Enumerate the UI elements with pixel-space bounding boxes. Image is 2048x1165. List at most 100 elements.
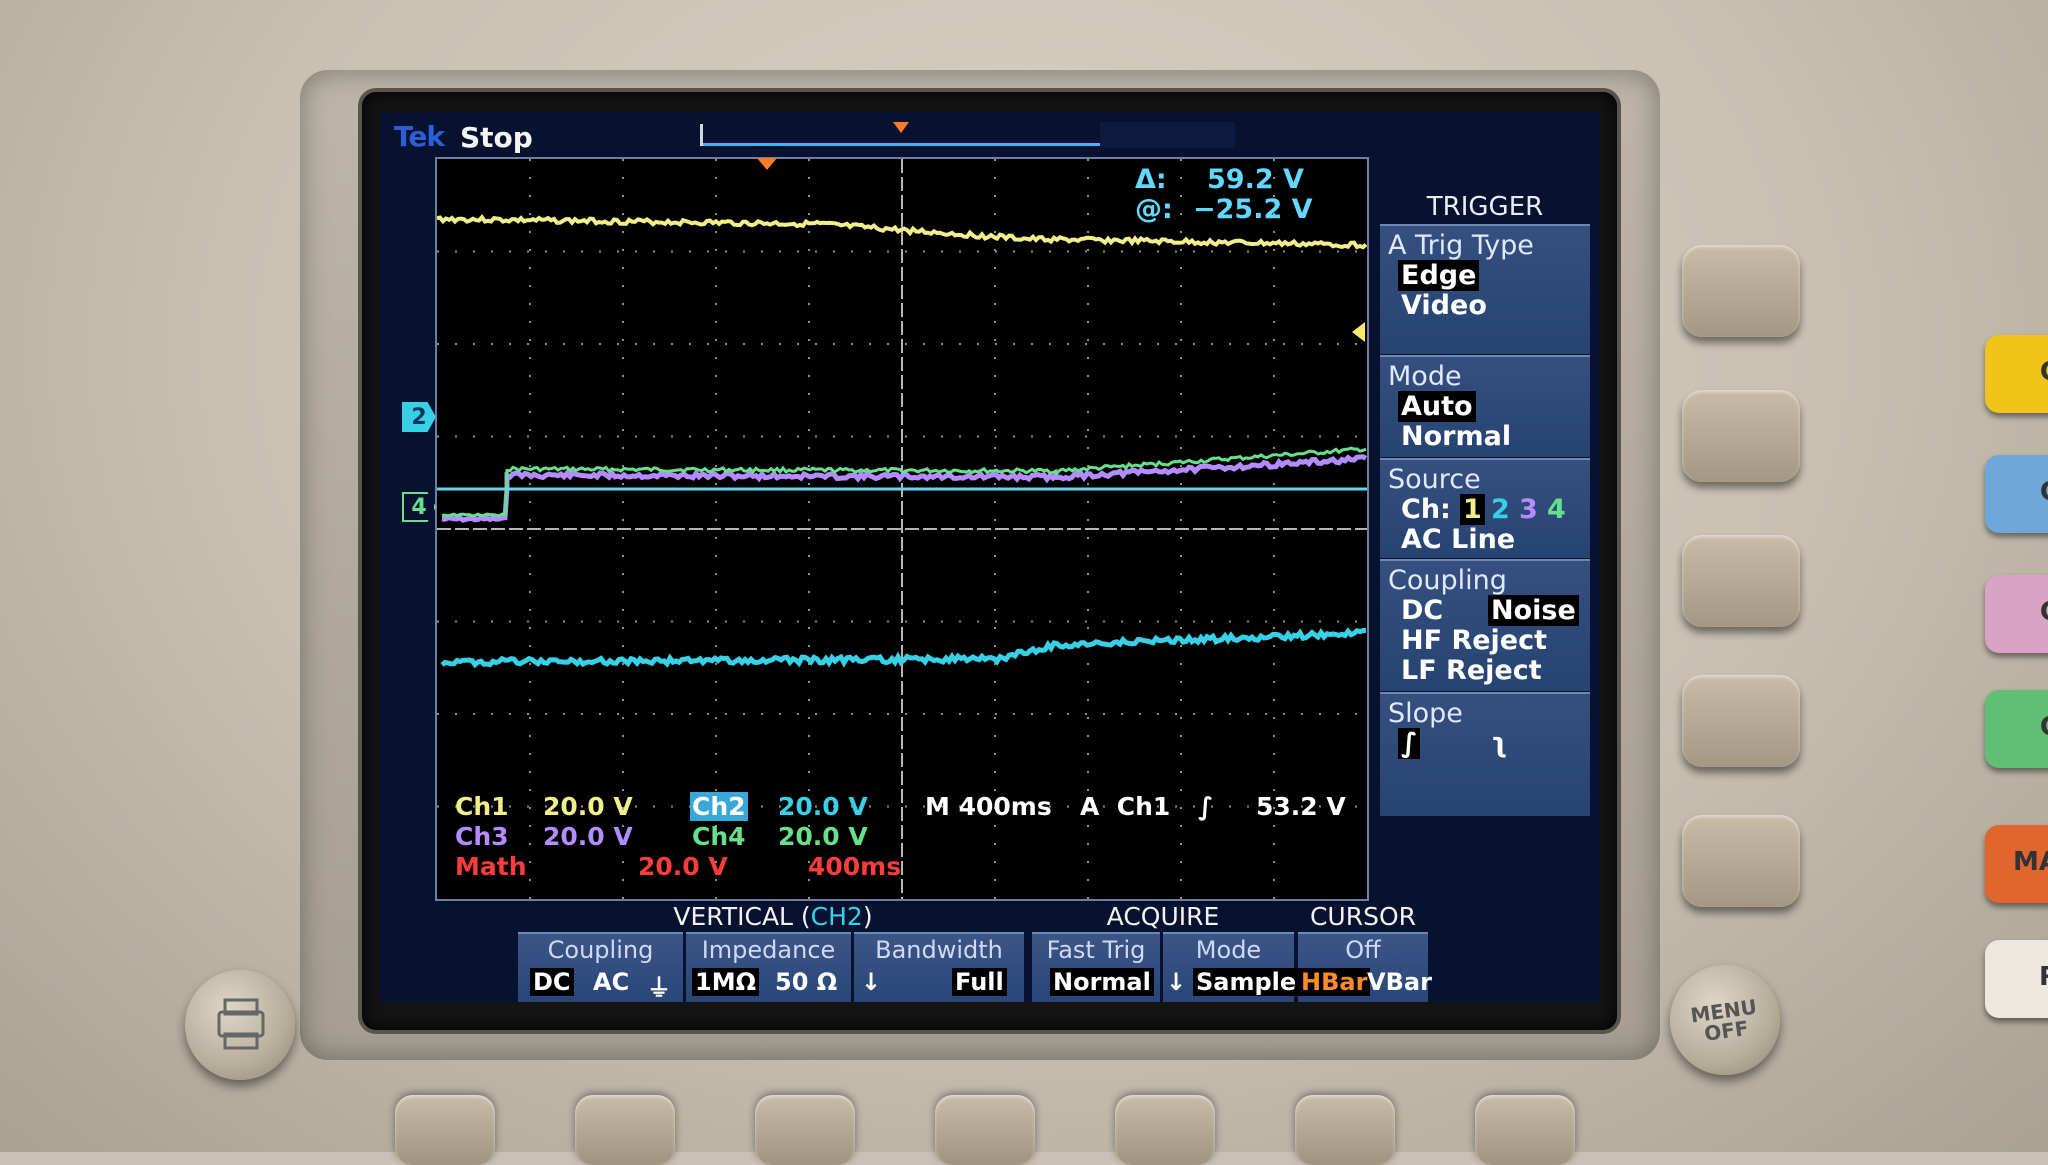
coupling-dc[interactable]: DC — [1398, 595, 1446, 626]
side-button-3[interactable] — [1682, 535, 1800, 627]
side-button-4[interactable] — [1682, 675, 1800, 767]
status-strip — [1100, 122, 1235, 148]
source-header: Source — [1388, 464, 1481, 495]
slope-falling-icon[interactable]: ʅ — [1488, 728, 1510, 759]
ref-menu-button[interactable]: R — [1985, 940, 2048, 1018]
acquisition-status: Stop — [460, 121, 533, 154]
side-button-2[interactable] — [1682, 390, 1800, 482]
source-ch4[interactable]: 4 — [1544, 494, 1569, 525]
math-menu-button[interactable]: MA — [1985, 825, 2048, 903]
ch1-scale: 20.0 V — [543, 792, 633, 821]
mode-normal[interactable]: Normal — [1398, 421, 1514, 452]
coupling-box[interactable]: Coupling DC Noise HF Reject LF Reject — [1380, 559, 1590, 691]
trig-type-video[interactable]: Video — [1398, 290, 1490, 321]
cursor-menu-title: CURSOR — [1309, 902, 1417, 931]
ref-button-label: R — [2039, 962, 2048, 992]
vertical-menu-title: VERTICAL (CH2) — [518, 902, 1028, 931]
source-ch1[interactable]: 1 — [1460, 494, 1485, 525]
acquire-mode-value[interactable]: Sample — [1193, 968, 1300, 996]
mode-auto[interactable]: Auto — [1398, 391, 1476, 422]
ch3-name: Ch3 — [455, 822, 509, 851]
oscilloscope-display: Tek Stop 2 4 Δ: 59.2 V @: −25.2 V Ch1 20… — [380, 112, 1600, 1002]
coupling-lf-reject[interactable]: LF Reject — [1398, 655, 1545, 686]
source-box[interactable]: Source Ch: 1 2 3 4 AC Line — [1380, 458, 1590, 558]
at-value: −25.2 V — [1193, 194, 1313, 225]
acquire-mode-box[interactable]: Mode ↓ Sample — [1163, 932, 1300, 1002]
ch1-name: Ch1 — [455, 792, 509, 821]
trig-type-edge[interactable]: Edge — [1398, 260, 1480, 291]
cursor-vbar[interactable]: VBar — [1364, 968, 1435, 996]
vertical-menu: VERTICAL (CH2) Coupling DC AC ⏚ Impedanc… — [518, 902, 1028, 1002]
ch3-menu-button[interactable]: C — [1985, 575, 2048, 653]
acquire-menu: ACQUIRE Fast Trig Normal Mode ↓ Sample — [1032, 902, 1300, 1002]
bottom-button-1[interactable] — [395, 1095, 495, 1165]
fast-trig-value[interactable]: Normal — [1050, 968, 1154, 996]
slope-header: Slope — [1388, 698, 1463, 729]
math-button-label: MA — [2013, 847, 2048, 877]
trigger-level: 53.2 V — [1256, 792, 1346, 821]
slope-box[interactable]: Slope ∫ ʅ — [1380, 692, 1590, 816]
impedance-1m[interactable]: 1MΩ — [692, 968, 759, 996]
trig-type-header: A Trig Type — [1388, 230, 1534, 261]
menu-off-button[interactable]: MENU OFF — [1670, 965, 1780, 1075]
print-button[interactable] — [185, 970, 295, 1080]
vertical-coupling-box[interactable]: Coupling DC AC ⏚ — [518, 932, 683, 1002]
coupling-hf-reject[interactable]: HF Reject — [1398, 625, 1550, 656]
ch3-scale: 20.0 V — [543, 822, 633, 851]
tek-logo: Tek — [394, 120, 445, 153]
bottom-button-2[interactable] — [575, 1095, 675, 1165]
impedance-box[interactable]: Impedance 1MΩ 50 Ω — [686, 932, 851, 1002]
side-button-5[interactable] — [1682, 815, 1800, 907]
side-button-1[interactable] — [1682, 245, 1800, 337]
vertical-title-prefix: VERTICAL ( — [673, 902, 811, 931]
bandwidth-box[interactable]: Bandwidth ↓ Full — [854, 932, 1024, 1002]
trigger-slope-icon: ∫ — [1198, 792, 1214, 821]
ch4-ground-marker[interactable]: 4 — [402, 492, 436, 522]
at-label: @: — [1135, 194, 1173, 225]
trigger-position-marker — [757, 158, 777, 170]
trig-type-box[interactable]: A Trig Type Edge Video — [1380, 224, 1590, 354]
record-view-bar — [700, 122, 1106, 146]
mode-box[interactable]: Mode Auto Normal — [1380, 355, 1590, 457]
coupling-noise[interactable]: Noise — [1488, 595, 1579, 626]
slope-rising-icon[interactable]: ∫ — [1398, 728, 1421, 759]
ch1-menu-button[interactable]: C — [1985, 335, 2048, 413]
cursor-menu: CURSOR Off HBar VBar — [1298, 902, 1432, 1002]
ch2-button-label: C — [2040, 477, 2048, 507]
bottom-button-5[interactable] — [1115, 1095, 1215, 1165]
bottom-button-6[interactable] — [1295, 1095, 1395, 1165]
ch4-scale: 20.0 V — [778, 822, 868, 851]
bandwidth-value[interactable]: Full — [952, 968, 1007, 996]
source-ac-line[interactable]: AC Line — [1398, 524, 1518, 555]
source-ch3[interactable]: 3 — [1516, 494, 1541, 525]
delta-label: Δ: — [1135, 164, 1167, 195]
ground-icon[interactable]: ⏚ — [644, 968, 674, 1002]
ch2-trace — [440, 627, 1366, 669]
ch2-name: Ch2 — [690, 792, 748, 821]
bottom-button-3[interactable] — [755, 1095, 855, 1165]
vertical-coupling-dc[interactable]: DC — [530, 968, 574, 996]
ch4-menu-button[interactable]: C — [1985, 690, 2048, 768]
fast-trig-box[interactable]: Fast Trig Normal — [1032, 932, 1160, 1002]
cursor-type-box[interactable]: Off HBar VBar — [1298, 932, 1432, 1002]
trigger-level-marker — [1352, 322, 1365, 342]
impedance-header: Impedance — [701, 936, 836, 964]
ch2-ground-marker[interactable]: 2 — [402, 402, 436, 432]
source-ch-label: Ch: — [1401, 494, 1451, 525]
ch1-button-label: C — [2040, 357, 2048, 387]
vertical-coupling-ac[interactable]: AC — [590, 968, 632, 996]
vertical-title-suffix: ) — [862, 902, 873, 931]
coupling-header: Coupling — [1388, 565, 1507, 596]
source-ch2[interactable]: 2 — [1488, 494, 1513, 525]
cursor-hbar[interactable]: HBar — [1298, 968, 1371, 996]
impedance-50[interactable]: 50 Ω — [772, 968, 840, 996]
ch4-trace — [441, 446, 1367, 518]
math-name: Math — [455, 852, 527, 881]
bandwidth-header: Bandwidth — [875, 936, 1003, 964]
vertical-coupling-header: Coupling — [547, 936, 654, 964]
bottom-button-4[interactable] — [935, 1095, 1035, 1165]
graticule-svg — [437, 159, 1367, 899]
bottom-button-7[interactable] — [1475, 1095, 1575, 1165]
delta-value: 59.2 V — [1207, 164, 1304, 195]
ch2-menu-button[interactable]: C — [1985, 455, 2048, 533]
